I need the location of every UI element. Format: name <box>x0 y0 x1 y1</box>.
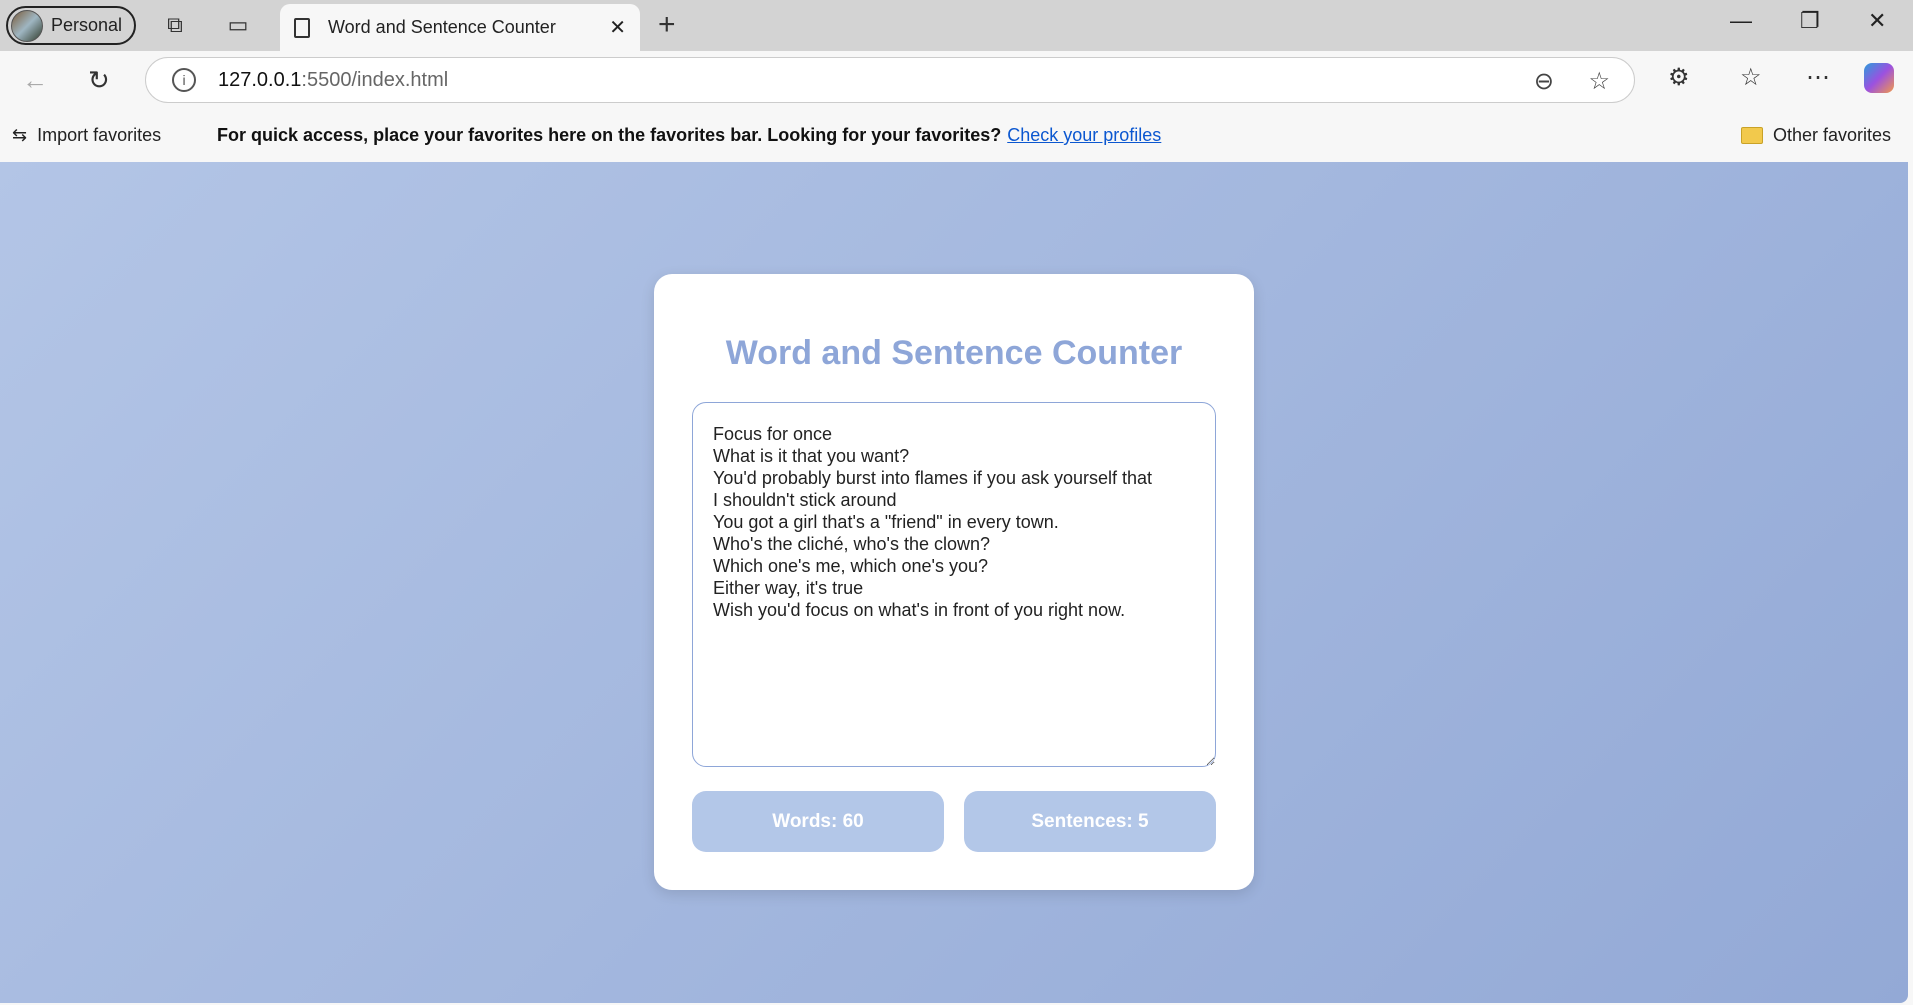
refresh-icon[interactable]: ↻ <box>88 65 110 96</box>
profile-button[interactable]: Personal <box>6 6 136 45</box>
other-favorites-button[interactable]: Other favorites <box>1741 125 1891 146</box>
collections-icon[interactable]: ⧉ <box>162 12 188 38</box>
words-count-button[interactable]: Words: 60 <box>692 791 944 852</box>
close-window-icon[interactable]: ✕ <box>1868 8 1886 34</box>
vertical-tabs-icon[interactable]: ▭ <box>225 12 251 38</box>
text-input[interactable]: Focus for once What is it that you want?… <box>692 402 1216 767</box>
check-profiles-link[interactable]: Check your profiles <box>1007 125 1161 145</box>
other-favorites-label: Other favorites <box>1773 125 1892 145</box>
page-title: Word and Sentence Counter <box>725 334 1183 372</box>
address-bar-row: ← ↻ i 127.0.0.1:5500/index.html ⊖ ☆ ⚙ ☆ … <box>0 51 1913 110</box>
favorite-star-icon[interactable]: ☆ <box>1588 67 1610 96</box>
profile-label: Personal <box>51 15 123 35</box>
favorites-message: For quick access, place your favorites h… <box>217 125 1161 146</box>
favorites-bar: ⇆ Import favorites For quick access, plac… <box>0 110 1913 162</box>
close-tab-icon[interactable]: ✕ <box>609 15 626 40</box>
page-content: Word and Sentence Counter Focus for once… <box>0 162 1908 1003</box>
counter-card: Word and Sentence Counter Focus for once… <box>654 274 1254 890</box>
url-host: 127.0.0.1 <box>218 68 302 91</box>
new-tab-icon[interactable]: + <box>658 8 676 42</box>
import-favorites-label: Import favorites <box>37 125 162 145</box>
info-icon[interactable]: i <box>172 68 196 92</box>
tab-bar: Personal ⧉ ▭ Word and Sentence Counter ✕ … <box>0 0 1913 51</box>
back-icon[interactable]: ← <box>22 65 48 96</box>
copilot-icon[interactable] <box>1864 63 1894 93</box>
url-path: :5500/index.html <box>301 68 449 91</box>
tab-active[interactable]: Word and Sentence Counter ✕ <box>280 4 640 51</box>
import-favorites-button[interactable]: ⇆ Import favorites <box>12 125 161 146</box>
url-field[interactable]: i 127.0.0.1:5500/index.html ⊖ ☆ <box>145 57 1635 103</box>
minimize-icon[interactable]: — <box>1730 8 1752 34</box>
avatar <box>11 9 43 42</box>
tab-title: Word and Sentence Counter <box>328 17 556 37</box>
favorites-icon[interactable]: ☆ <box>1740 63 1762 92</box>
restore-icon[interactable]: ❐ <box>1800 8 1820 34</box>
page-icon <box>294 17 310 38</box>
zoom-out-icon[interactable]: ⊖ <box>1534 67 1554 96</box>
folder-icon <box>1741 127 1763 144</box>
sentences-count-button[interactable]: Sentences: 5 <box>964 791 1216 852</box>
favorites-message-text: For quick access, place your favorites h… <box>217 125 1002 145</box>
extensions-icon[interactable]: ⚙ <box>1668 63 1690 92</box>
more-icon[interactable]: ⋯ <box>1806 63 1830 92</box>
import-icon: ⇆ <box>12 125 28 145</box>
